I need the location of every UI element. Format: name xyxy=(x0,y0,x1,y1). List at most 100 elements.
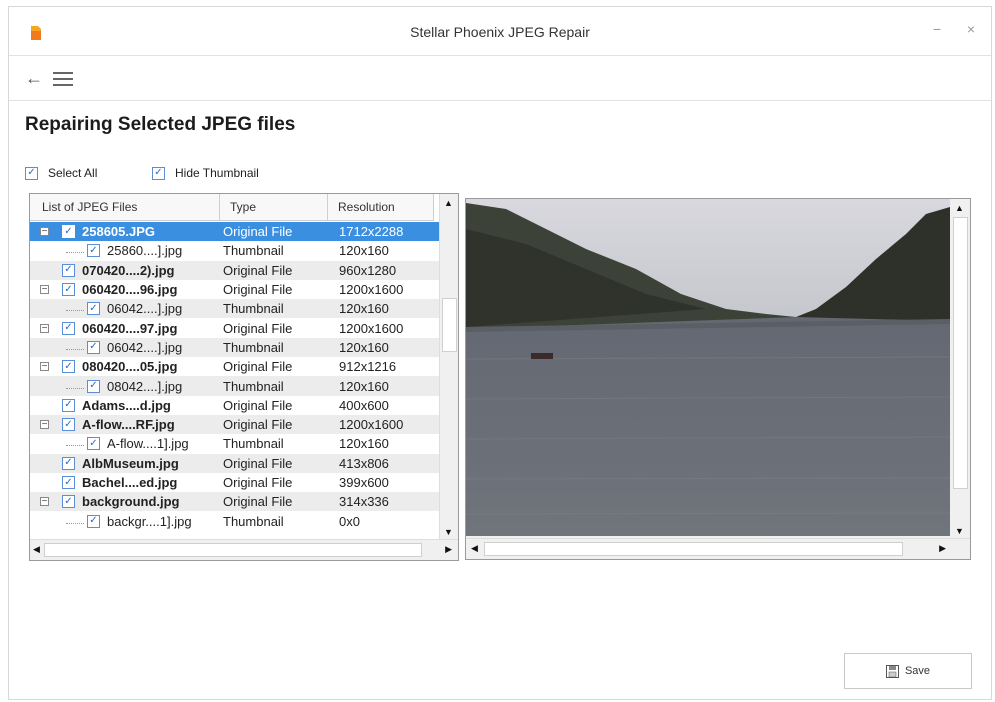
file-checkbox[interactable]: ✓ xyxy=(87,302,100,316)
collapse-toggle-icon[interactable]: − xyxy=(40,362,49,372)
file-checkbox[interactable]: ✓ xyxy=(62,225,75,239)
image-preview-panel[interactable]: ▲ ▼ ◀ ▶ xyxy=(465,198,971,560)
file-resolution-cell: 314x336 xyxy=(339,494,389,510)
scroll-down-arrow-icon[interactable]: ▼ xyxy=(444,527,453,537)
file-name-cell: ✓ 06042....].jpg xyxy=(30,340,221,355)
preview-scroll-down-arrow-icon[interactable]: ▼ xyxy=(955,526,964,536)
preview-horizontal-scroll-thumb[interactable] xyxy=(484,542,903,556)
file-name-cell: ✓ Bachel....ed.jpg xyxy=(30,475,221,490)
file-name-cell: − ✓ background.jpg xyxy=(30,494,221,509)
file-name: 06042....].jpg xyxy=(107,301,183,317)
table-row[interactable]: ✓ 06042....].jpg Thumbnail 120x160 xyxy=(30,337,441,358)
file-type-cell: Thumbnail xyxy=(223,513,284,529)
file-checkbox[interactable]: ✓ xyxy=(62,398,75,412)
column-header-type[interactable]: Type xyxy=(220,194,328,221)
table-row[interactable]: ✓ Bachel....ed.jpg Original File 399x600 xyxy=(30,473,441,492)
file-checkbox[interactable]: ✓ xyxy=(62,495,75,509)
table-row[interactable]: ✓ 08042....].jpg Thumbnail 120x160 xyxy=(30,376,441,396)
list-horizontal-scrollbar[interactable]: ◀ ▶ xyxy=(30,539,458,560)
file-name-cell: ✓ backgr....1].jpg xyxy=(30,514,221,529)
preview-scroll-up-arrow-icon[interactable]: ▲ xyxy=(955,203,964,213)
file-checkbox[interactable]: ✓ xyxy=(87,437,100,451)
table-row[interactable]: − ✓ 258605.JPG Original File 1712x2288 xyxy=(30,222,441,242)
file-name: 06042....].jpg xyxy=(107,339,183,355)
file-checkbox[interactable]: ✓ xyxy=(87,379,100,393)
file-checkbox[interactable]: ✓ xyxy=(62,283,75,297)
file-name-cell: − ✓ A-flow....RF.jpg xyxy=(30,417,221,432)
table-row[interactable]: ✓ AlbMuseum.jpg Original File 413x806 xyxy=(30,453,441,473)
file-checkbox[interactable]: ✓ xyxy=(62,456,75,470)
minimize-button[interactable]: − xyxy=(933,21,941,37)
table-row[interactable]: ✓ Adams....d.jpg Original File 400x600 xyxy=(30,396,441,415)
list-header: List of JPEG Files Type Resolution xyxy=(30,194,450,221)
file-name-cell: ✓ Adams....d.jpg xyxy=(30,398,221,413)
page-title: Repairing Selected JPEG files xyxy=(25,114,296,135)
file-name: 060420....97.jpg xyxy=(82,320,178,336)
file-name: 08042....].jpg xyxy=(107,378,183,394)
file-type-cell: Original File xyxy=(223,359,293,375)
file-checkbox[interactable]: ✓ xyxy=(62,263,75,277)
file-type-cell: Original File xyxy=(223,494,293,510)
table-row[interactable]: − ✓ 060420....97.jpg Original File 1200x1600 xyxy=(30,318,441,337)
save-disk-icon xyxy=(885,664,899,678)
table-row[interactable]: ✓ 06042....].jpg Thumbnail 120x160 xyxy=(30,299,441,319)
hide-thumbnail-checkbox[interactable]: ✓ xyxy=(152,166,165,180)
preview-horizontal-scrollbar[interactable]: ◀ ▶ xyxy=(466,538,970,559)
preview-vertical-scroll-thumb[interactable] xyxy=(953,217,968,489)
hamburger-menu-icon[interactable] xyxy=(53,72,73,86)
file-checkbox[interactable]: ✓ xyxy=(62,418,75,432)
jpeg-file-list[interactable]: List of JPEG Files Type Resolution − ✓ 258… xyxy=(29,193,459,561)
list-horizontal-scroll-thumb[interactable] xyxy=(44,543,422,557)
file-checkbox[interactable]: ✓ xyxy=(87,340,100,354)
file-resolution-cell: 120x160 xyxy=(339,436,389,452)
file-resolution-cell: 1200x1600 xyxy=(339,417,404,433)
file-checkbox[interactable]: ✓ xyxy=(62,321,75,335)
save-button[interactable]: Save xyxy=(844,653,972,689)
file-checkbox[interactable]: ✓ xyxy=(87,514,100,528)
file-name-cell: ✓ 070420....2).jpg xyxy=(30,263,221,278)
file-checkbox[interactable]: ✓ xyxy=(87,244,100,258)
file-name-cell: ✓ 06042....].jpg xyxy=(30,301,221,316)
file-resolution-cell: 399x600 xyxy=(339,475,389,490)
list-vertical-scroll-thumb[interactable] xyxy=(442,298,457,352)
scroll-right-arrow-icon[interactable]: ▶ xyxy=(445,544,452,555)
save-button-label: Save xyxy=(904,665,931,677)
collapse-toggle-icon[interactable]: − xyxy=(40,420,49,430)
table-row[interactable]: − ✓ 080420....05.jpg Original File 912x1216 xyxy=(30,357,441,376)
column-header-resolution[interactable]: Resolution xyxy=(328,194,434,221)
file-resolution-cell: 413x806 xyxy=(339,455,389,471)
file-name: backgr....1].jpg xyxy=(107,513,192,529)
file-resolution-cell: 1200x1600 xyxy=(339,320,404,336)
back-arrow-icon[interactable]: ← xyxy=(25,68,43,89)
collapse-toggle-icon[interactable]: − xyxy=(40,497,49,507)
list-vertical-scrollbar[interactable]: ▲ ▼ xyxy=(439,194,458,541)
file-type-cell: Original File xyxy=(223,455,293,471)
file-name-cell: ✓ A-flow....1].jpg xyxy=(30,436,221,451)
table-row[interactable]: − ✓ 060420....96.jpg Original File 1200x1600 xyxy=(30,280,441,299)
toolbar: ← xyxy=(9,55,991,101)
select-all-option[interactable]: ✓ Select All xyxy=(25,166,97,180)
file-checkbox[interactable]: ✓ xyxy=(62,476,75,489)
preview-scroll-right-arrow-icon[interactable]: ▶ xyxy=(939,543,946,554)
collapse-toggle-icon[interactable]: − xyxy=(40,285,49,295)
preview-vertical-scrollbar[interactable]: ▲ ▼ xyxy=(950,199,970,540)
hide-thumbnail-option[interactable]: ✓ Hide Thumbnail xyxy=(152,166,259,180)
scroll-up-arrow-icon[interactable]: ▲ xyxy=(444,198,453,208)
file-name: A-flow....RF.jpg xyxy=(82,417,175,433)
collapse-toggle-icon[interactable]: − xyxy=(40,323,49,333)
preview-scroll-left-arrow-icon[interactable]: ◀ xyxy=(471,543,478,554)
table-row[interactable]: ✓ backgr....1].jpg Thumbnail 0x0 xyxy=(30,511,441,530)
table-row[interactable]: ✓ A-flow....1].jpg Thumbnail 120x160 xyxy=(30,434,441,453)
table-row[interactable]: − ✓ A-flow....RF.jpg Original File 1200x1600 xyxy=(30,414,441,435)
file-type-cell: Thumbnail xyxy=(223,339,284,355)
scroll-left-arrow-icon[interactable]: ◀ xyxy=(33,544,40,555)
table-row[interactable]: ✓ 25860....].jpg Thumbnail 120x160 xyxy=(30,241,441,260)
file-checkbox[interactable]: ✓ xyxy=(62,360,75,374)
table-row[interactable]: ✓ 070420....2).jpg Original File 960x1280 xyxy=(30,260,441,280)
column-header-files[interactable]: List of JPEG Files xyxy=(30,194,220,221)
close-button[interactable]: × xyxy=(967,21,975,37)
select-all-checkbox[interactable]: ✓ xyxy=(25,166,38,180)
table-row[interactable]: − ✓ background.jpg Original File 314x336 xyxy=(30,492,441,512)
file-name-cell: − ✓ 060420....97.jpg xyxy=(30,321,221,336)
collapse-toggle-icon[interactable]: − xyxy=(40,227,49,237)
